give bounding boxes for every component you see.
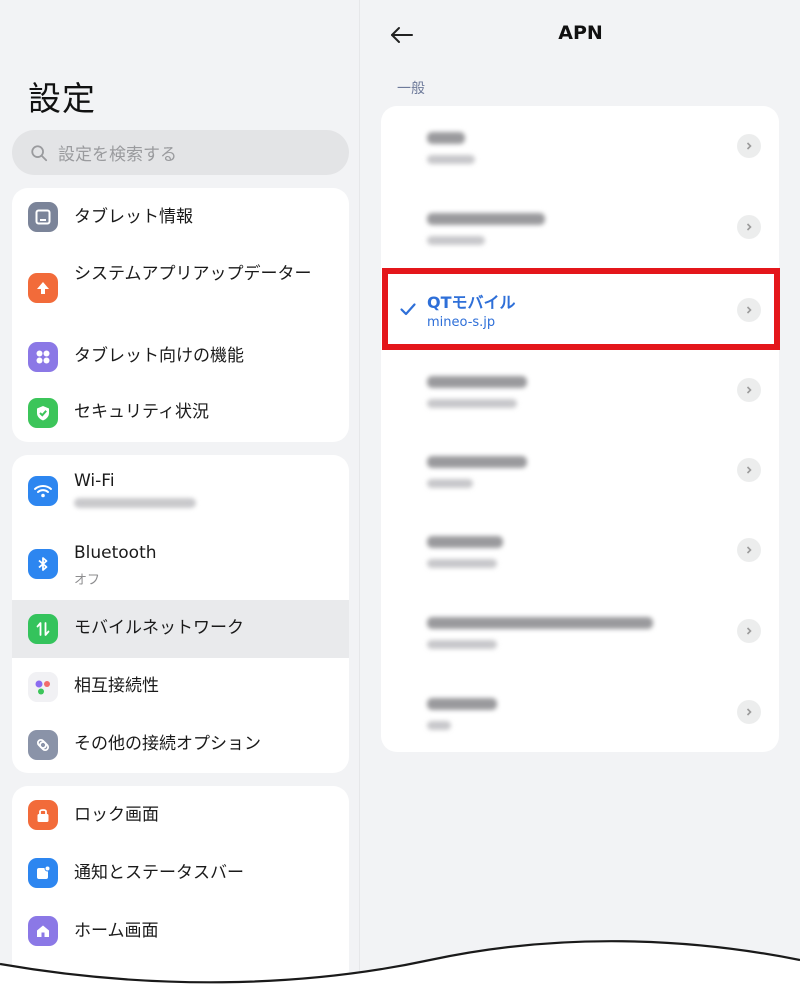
- lock-icon: [28, 800, 58, 830]
- sidebar-item-label: モバイルネットワーク: [74, 618, 244, 638]
- apn-item[interactable]: [381, 591, 779, 671]
- bluetooth-status: オフ: [74, 573, 101, 588]
- torn-edge-decoration: [0, 940, 800, 1000]
- sidebar-item-bluetooth[interactable]: Bluetooth オフ: [12, 527, 349, 599]
- sidebar-item-label: セキュリティ状況: [74, 402, 209, 422]
- apn-item[interactable]: [381, 672, 779, 752]
- apn-item[interactable]: [381, 430, 779, 510]
- sidebar-item-label: Bluetooth: [74, 543, 157, 563]
- check-icon: [400, 303, 416, 316]
- grid-dots-icon: [28, 342, 58, 372]
- apn-value: mineo-s.jp: [427, 315, 496, 330]
- sidebar-item-security[interactable]: セキュリティ状況: [12, 386, 349, 442]
- apn-list: QTモバイル mineo-s.jp: [381, 106, 779, 752]
- chevron-right-icon: [737, 458, 761, 482]
- section-header: 一般: [397, 81, 425, 97]
- sidebar-item-label: Wi-Fi: [74, 471, 115, 491]
- sidebar-item-tablet-features[interactable]: タブレット向けの機能: [12, 330, 349, 386]
- apn-item-selected[interactable]: QTモバイル mineo-s.jp: [381, 268, 779, 348]
- mobile-data-icon: [28, 614, 58, 644]
- chevron-right-icon: [737, 378, 761, 402]
- sidebar-item-system-app-updater[interactable]: システムアプリアップデーター: [12, 246, 349, 330]
- interconnect-icon: [28, 672, 58, 702]
- sidebar-item-wifi[interactable]: Wi-Fi: [12, 455, 349, 527]
- settings-pane: 設定 設定を検索する タブレット情報 システムアプリアップデーター タブレット向…: [0, 0, 360, 1000]
- notification-icon: [28, 858, 58, 888]
- sidebar-item-lock-screen[interactable]: ロック画面: [12, 786, 349, 844]
- shield-check-icon: [28, 398, 58, 428]
- sidebar-item-other-connections[interactable]: その他の接続オプション: [12, 716, 349, 773]
- apn-item[interactable]: [381, 510, 779, 590]
- sidebar-item-label: タブレット向けの機能: [74, 346, 244, 366]
- sidebar-item-label: その他の接続オプション: [74, 734, 261, 754]
- chevron-right-icon: [737, 700, 761, 724]
- sidebar-item-tablet-info[interactable]: タブレット情報: [12, 188, 349, 246]
- search-icon: [31, 144, 48, 161]
- chevron-right-icon: [737, 134, 761, 158]
- chevron-right-icon: [737, 619, 761, 643]
- apn-item[interactable]: [381, 187, 779, 267]
- wifi-network-name: [74, 497, 196, 512]
- page-title: APN: [558, 22, 603, 44]
- tablet-icon: [28, 202, 58, 232]
- chevron-right-icon: [737, 215, 761, 239]
- search-placeholder: 設定を検索する: [58, 145, 177, 165]
- sidebar-item-label: 相互接続性: [74, 676, 159, 696]
- sidebar-item-label: システムアプリアップデーター: [74, 264, 312, 284]
- sidebar-item-mobile-network[interactable]: モバイルネットワーク: [12, 600, 349, 658]
- apn-item[interactable]: [381, 350, 779, 430]
- link-icon: [28, 730, 58, 760]
- sidebar-item-label: 通知とステータスバー: [74, 863, 244, 883]
- apn-pane: APN 一般 QTモバイル mineo-s.jp: [361, 0, 800, 1000]
- sidebar-item-interconnect[interactable]: 相互接続性: [12, 658, 349, 716]
- search-input[interactable]: 設定を検索する: [12, 130, 349, 175]
- arrow-up-icon: [28, 273, 58, 303]
- apn-item[interactable]: [381, 106, 779, 186]
- apn-name: QTモバイル: [427, 293, 516, 312]
- sidebar-item-notifications[interactable]: 通知とステータスバー: [12, 844, 349, 902]
- sidebar-item-label: タブレット情報: [74, 207, 193, 227]
- wifi-icon: [28, 476, 58, 506]
- settings-group-device: タブレット情報 システムアプリアップデーター タブレット向けの機能 セキュリティ…: [12, 188, 349, 442]
- settings-group-connections: Wi-Fi Bluetooth オフ モバイルネットワーク 相互接続性 その他の…: [12, 455, 349, 773]
- page-title: 設定: [28, 79, 96, 118]
- bluetooth-icon: [28, 549, 58, 579]
- chevron-right-icon: [737, 538, 761, 562]
- chevron-right-icon: [737, 298, 761, 322]
- sidebar-item-label: ロック画面: [74, 805, 159, 825]
